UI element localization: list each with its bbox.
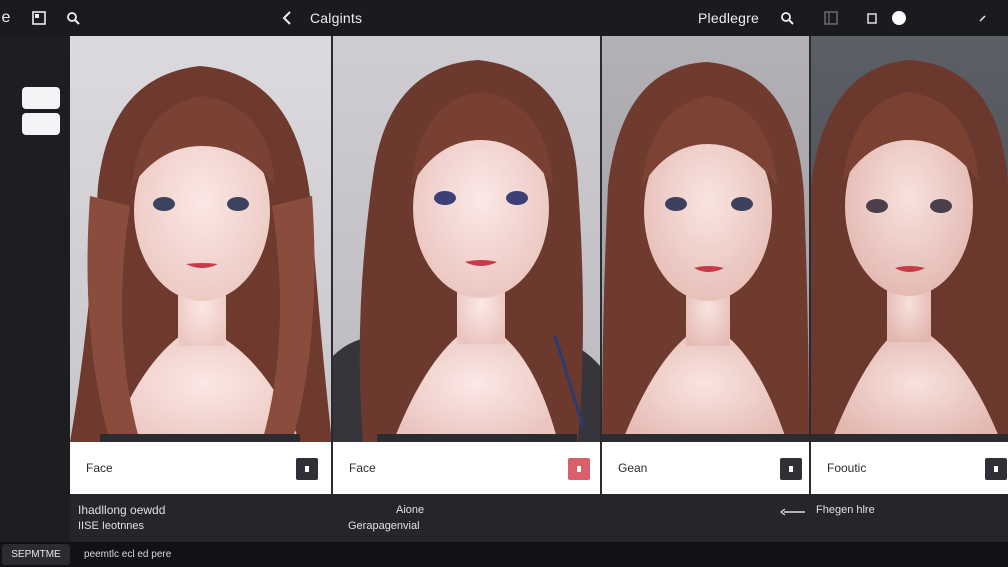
card-caption-label: Face [86, 461, 113, 475]
status-chip[interactable]: SEPMTME [2, 544, 70, 565]
window-icon[interactable] [30, 0, 48, 36]
back-chevron-icon[interactable] [278, 0, 296, 36]
page-title: Calgints [310, 10, 363, 26]
portrait-image-1[interactable] [70, 36, 332, 442]
info-title: Ihadllong oewdd [78, 503, 166, 517]
card-caption: Fooutic [811, 442, 1008, 494]
search-icon[interactable] [64, 0, 82, 36]
portrait-image-4[interactable] [811, 36, 1008, 442]
sidebar-button-1[interactable] [22, 87, 60, 109]
minimize-icon[interactable] [976, 0, 990, 36]
arrow-left-icon[interactable] [780, 508, 806, 516]
small-square-icon[interactable] [864, 0, 880, 36]
gallery-card-3[interactable]: Gean [602, 36, 809, 494]
status-text: peemtlc ecl ed pere [84, 549, 172, 560]
sidebar-button-2[interactable] [22, 113, 60, 135]
card-action-button[interactable] [780, 458, 802, 480]
next-label[interactable]: Fhegen hlre [816, 504, 875, 516]
status-bar: SEPMTME peemtlc ecl ed pere [0, 542, 1008, 567]
portrait-image-2[interactable] [333, 36, 600, 442]
app-glyph: e [1, 9, 11, 26]
status-dot-icon[interactable] [890, 0, 908, 36]
center-subtitle: Gerapagenvial [348, 520, 420, 532]
image-gallery: Face Face Gean Fooutic [70, 36, 1008, 494]
card-caption-label: Face [349, 461, 376, 475]
gallery-card-1[interactable]: Face [70, 36, 332, 494]
card-action-button[interactable] [985, 458, 1007, 480]
card-caption: Face [70, 442, 332, 494]
gallery-card-2[interactable]: Face [333, 36, 600, 494]
center-title: Aione [396, 504, 425, 516]
card-action-button-highlight[interactable] [568, 458, 590, 480]
card-caption-label: Gean [618, 461, 648, 475]
card-action-button[interactable] [296, 458, 318, 480]
card-caption: Gean [602, 442, 809, 494]
portrait-image-3[interactable] [602, 36, 809, 442]
card-caption-label: Fooutic [827, 461, 867, 475]
info-strip: Ihadllong oewdd IISE Ieotnnes Aione Gera… [70, 494, 1008, 542]
gallery-card-4[interactable]: Fooutic [811, 36, 1008, 494]
search-icon[interactable] [778, 0, 796, 36]
panel-icon[interactable] [822, 0, 840, 36]
info-subtitle: IISE Ieotnnes [78, 520, 145, 532]
section-title[interactable]: Pledlegre [698, 0, 762, 36]
top-toolbar: e Calgints Pledlegre [0, 0, 1008, 36]
card-caption: Face [333, 442, 600, 494]
left-sidebar [0, 36, 70, 542]
